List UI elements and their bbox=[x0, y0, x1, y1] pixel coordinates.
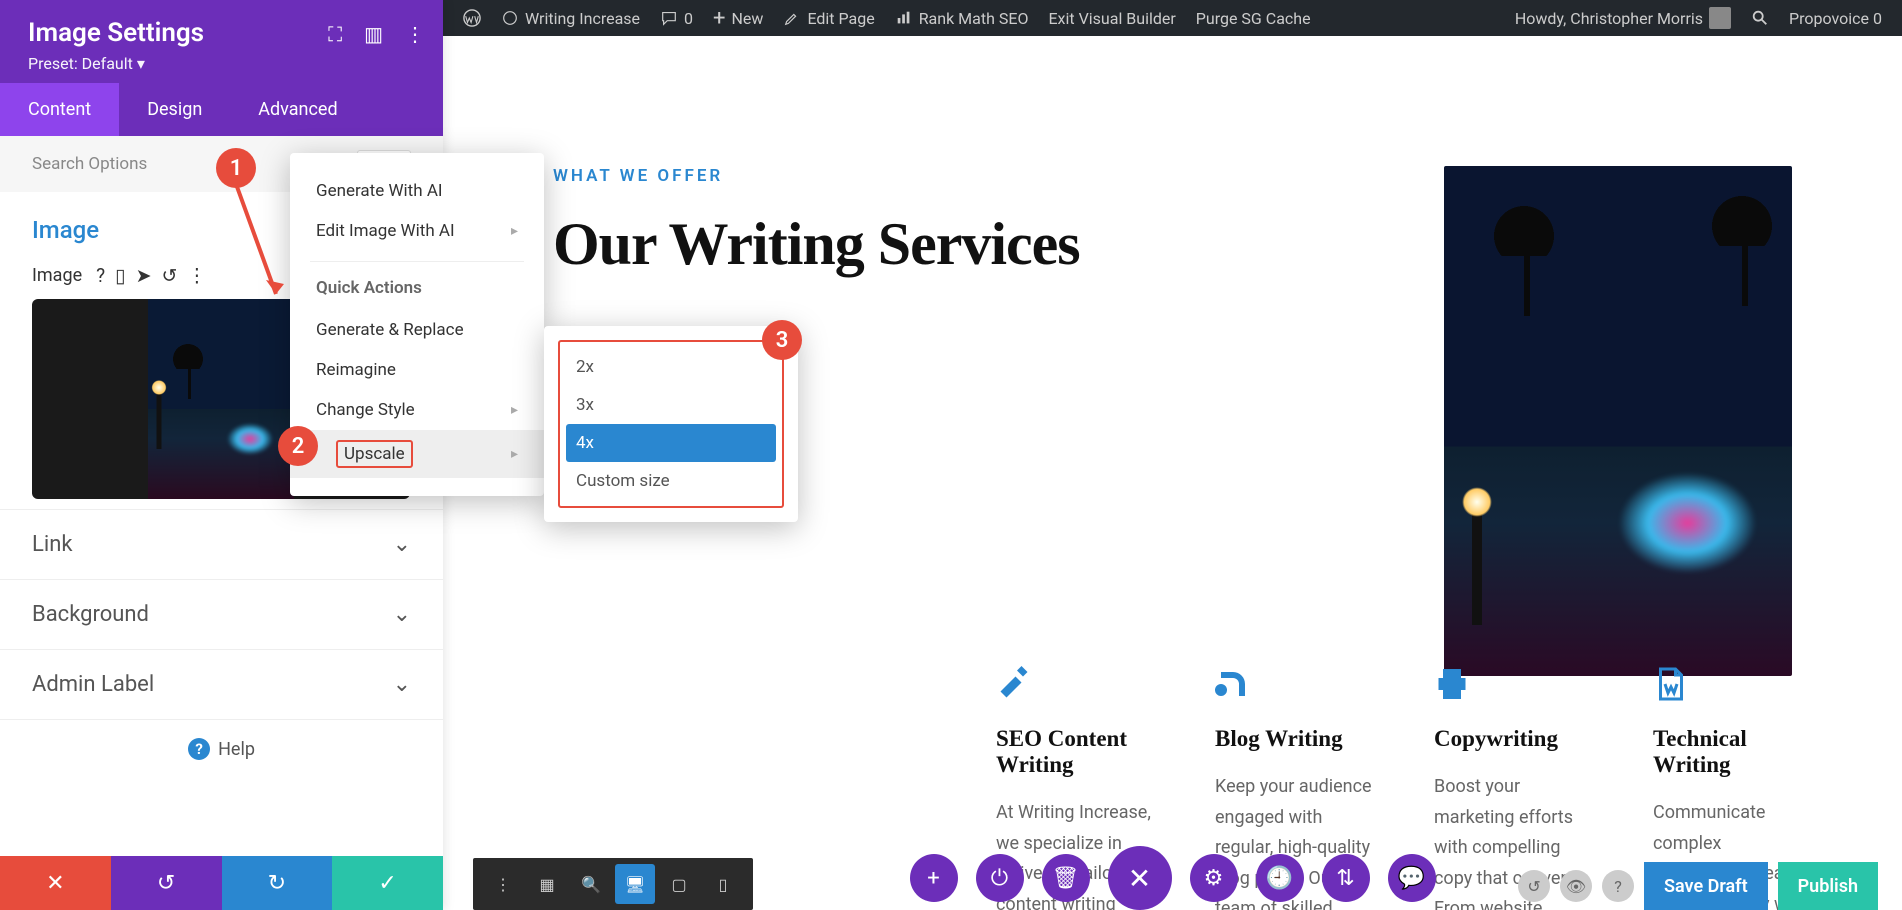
add-button[interactable]: + bbox=[910, 854, 958, 902]
phone-icon[interactable]: ▯ bbox=[703, 864, 743, 904]
pencil-ruler-icon bbox=[996, 666, 1032, 702]
chevron-right-icon: ▸ bbox=[511, 223, 518, 239]
chevron-down-icon: ▾ bbox=[137, 54, 145, 73]
service-title: SEO Content Writing bbox=[996, 726, 1155, 778]
wireframe-icon[interactable]: ▦ bbox=[527, 864, 567, 904]
ctx-generate-replace[interactable]: Generate & Replace bbox=[290, 310, 544, 350]
upscale-4x[interactable]: 4x bbox=[566, 424, 776, 462]
tab-advanced[interactable]: Advanced bbox=[230, 83, 365, 136]
ctx-change-style[interactable]: Change Style▸ bbox=[290, 390, 544, 430]
save-draft-button[interactable]: Save Draft bbox=[1644, 862, 1768, 910]
adminbar-search-icon[interactable] bbox=[1741, 0, 1779, 36]
service-title: Technical Writing bbox=[1653, 726, 1812, 778]
adminbar-edit-page[interactable]: Edit Page bbox=[773, 0, 884, 36]
print-icon bbox=[1434, 666, 1470, 702]
search-options[interactable]: Search Options bbox=[32, 154, 147, 174]
adminbar-purge[interactable]: Purge SG Cache bbox=[1186, 0, 1321, 36]
separator bbox=[310, 261, 524, 262]
eye-icon[interactable]: 👁 bbox=[1560, 870, 1592, 902]
blog-icon bbox=[1215, 666, 1251, 702]
more-icon[interactable]: ⋮ bbox=[483, 864, 523, 904]
responsive-toolbar: ⋮ ▦ 🔍 🖥 ▢ ▯ bbox=[473, 858, 753, 910]
history-small-icon[interactable]: ↺ bbox=[1518, 870, 1550, 902]
adminbar-new[interactable]: +New bbox=[703, 0, 773, 36]
columns-icon[interactable]: ▥ bbox=[364, 22, 383, 46]
service-title: Copywriting bbox=[1434, 726, 1593, 752]
chat-button[interactable]: 💬 bbox=[1388, 854, 1436, 902]
chevron-right-icon: ▸ bbox=[511, 402, 518, 418]
panel-header: Image Settings Preset: Default▾ ⛶ ▥ ⋮ bbox=[0, 0, 443, 83]
builder-actions: + ⏻ 🗑 ✕ ⚙ 🕘 ⇅ 💬 bbox=[910, 846, 1436, 910]
upscale-3x[interactable]: 3x bbox=[566, 386, 776, 424]
callout-badge-2: 2 bbox=[278, 426, 318, 466]
ai-context-menu: Generate With AI Edit Image With AI▸ Qui… bbox=[290, 153, 544, 496]
callout-arrow bbox=[232, 180, 292, 310]
accordion-admin-label[interactable]: Admin Label⌄ bbox=[0, 650, 443, 720]
help-icon[interactable]: ? bbox=[1602, 870, 1634, 902]
ctx-reimagine[interactable]: Reimagine bbox=[290, 350, 544, 390]
doc-w-icon bbox=[1653, 666, 1689, 702]
ctx-edit-ai[interactable]: Edit Image With AI▸ bbox=[290, 211, 544, 251]
avatar bbox=[1709, 7, 1731, 29]
adminbar-rankmath[interactable]: Rank Math SEO bbox=[885, 0, 1039, 36]
callout-badge-3: 3 bbox=[762, 320, 802, 360]
expand-icon[interactable]: ⛶ bbox=[328, 22, 342, 46]
undo-button[interactable]: ↺ bbox=[111, 856, 222, 910]
wp-admin-bar: Writing Increase 0 +New Edit Page Rank M… bbox=[443, 0, 1902, 36]
close-builder-button[interactable]: ✕ bbox=[1108, 846, 1172, 910]
adminbar-wp-logo[interactable] bbox=[453, 0, 491, 36]
power-button[interactable]: ⏻ bbox=[976, 854, 1024, 902]
desktop-icon[interactable]: 🖥 bbox=[615, 864, 655, 904]
tab-content[interactable]: Content bbox=[0, 83, 119, 136]
tab-design[interactable]: Design bbox=[119, 83, 230, 136]
chevron-right-icon: ▸ bbox=[511, 446, 518, 462]
preset-dropdown[interactable]: Preset: Default▾ bbox=[28, 54, 145, 73]
accordion-background[interactable]: Background⌄ bbox=[0, 580, 443, 650]
more-icon[interactable]: ⋮ bbox=[405, 22, 425, 46]
device-icon[interactable]: ▯ bbox=[115, 264, 125, 287]
save-button[interactable]: ✓ bbox=[332, 856, 443, 910]
panel-footer: ✕ ↺ ↻ ✓ bbox=[0, 856, 443, 910]
ctx-generate-ai[interactable]: Generate With AI bbox=[290, 171, 544, 211]
upscale-submenu: 2x 3x 4x Custom size bbox=[544, 326, 798, 522]
upscale-2x[interactable]: 2x bbox=[566, 348, 776, 386]
page-hero-image[interactable] bbox=[1444, 166, 1792, 676]
callout-badge-1: 1 bbox=[216, 148, 256, 188]
help-link[interactable]: ?Help bbox=[0, 720, 443, 778]
adminbar-howdy[interactable]: Howdy, Christopher Morris bbox=[1505, 0, 1741, 36]
adminbar-site[interactable]: Writing Increase bbox=[491, 0, 650, 36]
redo-button[interactable]: ↻ bbox=[222, 856, 333, 910]
more-icon[interactable]: ⋮ bbox=[187, 264, 206, 287]
tablet-icon[interactable]: ▢ bbox=[659, 864, 699, 904]
help-icon: ? bbox=[188, 738, 210, 760]
adminbar-comments[interactable]: 0 bbox=[650, 0, 703, 36]
history-button[interactable]: 🕘 bbox=[1256, 854, 1304, 902]
cursor-icon[interactable]: ➤ bbox=[136, 264, 152, 287]
ctx-quick-actions-header: Quick Actions bbox=[290, 272, 544, 310]
page-title: Our Writing Services bbox=[553, 210, 1394, 279]
page-eyebrow: WHAT WE OFFER bbox=[553, 166, 1394, 186]
publish-button[interactable]: Publish bbox=[1778, 862, 1878, 910]
delete-button[interactable]: 🗑 bbox=[1042, 854, 1090, 902]
undo-icon[interactable]: ↺ bbox=[162, 264, 178, 287]
chevron-down-icon: ⌄ bbox=[393, 602, 411, 627]
adminbar-propovoice[interactable]: Propovoice 0 bbox=[1779, 0, 1892, 36]
panel-tabs: Content Design Advanced bbox=[0, 83, 443, 136]
sort-button[interactable]: ⇅ bbox=[1322, 854, 1370, 902]
cancel-button[interactable]: ✕ bbox=[0, 856, 111, 910]
accordion-link[interactable]: Link⌄ bbox=[0, 510, 443, 580]
image-field-label: Image bbox=[32, 265, 82, 286]
zoom-icon[interactable]: 🔍 bbox=[571, 864, 611, 904]
help-icon[interactable]: ? bbox=[96, 264, 105, 287]
save-publish-group: ↺ 👁 ? Save Draft Publish bbox=[1518, 862, 1878, 910]
upscale-custom[interactable]: Custom size bbox=[566, 462, 776, 500]
ctx-upscale[interactable]: Upscale▸ bbox=[290, 430, 544, 478]
adminbar-exit-builder[interactable]: Exit Visual Builder bbox=[1038, 0, 1185, 36]
service-title: Blog Writing bbox=[1215, 726, 1374, 752]
settings-button[interactable]: ⚙ bbox=[1190, 854, 1238, 902]
chevron-down-icon: ⌄ bbox=[393, 672, 411, 697]
chevron-down-icon: ⌄ bbox=[393, 532, 411, 557]
